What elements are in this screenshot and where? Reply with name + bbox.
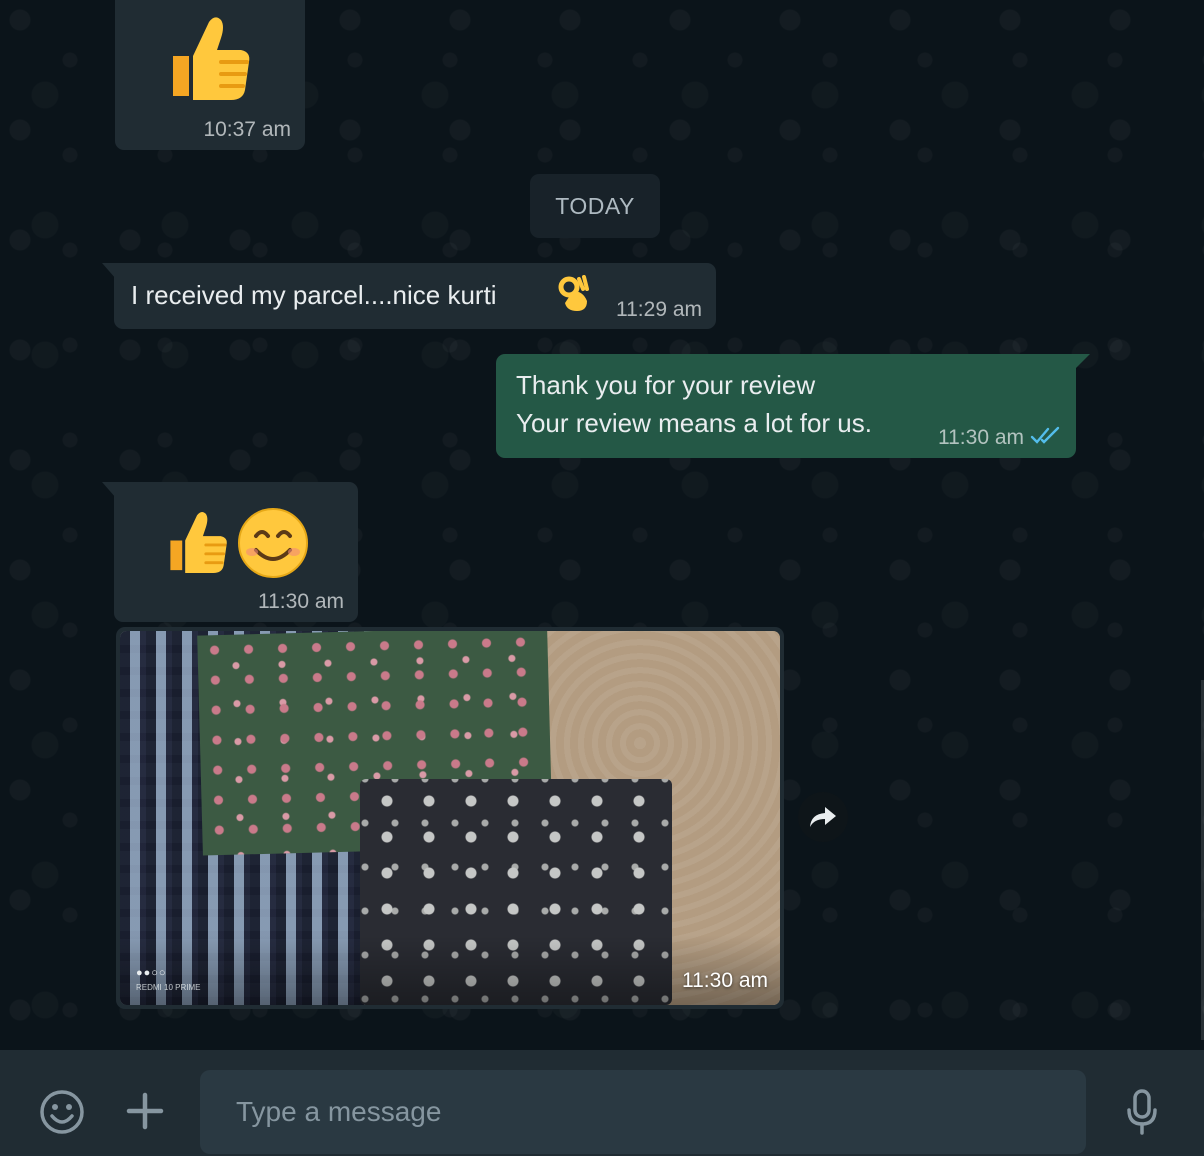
message-outgoing-text[interactable]: Thank you for your review Your review me…	[496, 354, 1090, 458]
emoji-icon	[40, 1090, 84, 1134]
date-separator: TODAY	[530, 174, 660, 238]
message-time: 11:30 am	[682, 969, 768, 992]
message-time: 10:37 am	[203, 118, 291, 141]
camera-watermark-dots: ●●○○	[136, 967, 167, 979]
message-line-1: Thank you for your review	[516, 370, 816, 400]
message-time: 11:29 am	[616, 298, 702, 321]
attach-button[interactable]	[122, 1088, 168, 1134]
message-time: 11:30 am	[938, 426, 1024, 449]
microphone-icon	[1127, 1089, 1157, 1135]
forward-button[interactable]	[798, 792, 848, 842]
smiling-face-emoji-icon	[238, 508, 308, 578]
message-line-2: Your review means a lot for us.	[516, 408, 872, 438]
bubble-tail	[1074, 354, 1090, 370]
message-input[interactable]: Type a message	[200, 1070, 1086, 1154]
thumbs-up-emoji-icon	[173, 17, 250, 100]
message-time: 11:30 am	[258, 590, 344, 613]
date-separator-label: TODAY	[555, 192, 635, 219]
emoji-button[interactable]	[36, 1086, 88, 1138]
bubble-tail	[102, 263, 116, 279]
ok-hand-emoji-icon	[558, 275, 589, 311]
message-incoming-text[interactable]: I received my parcel....nice kurti 11:29…	[102, 263, 716, 329]
bubble-tail	[102, 482, 116, 498]
message-incoming-image[interactable]: ●●○○ REDMI 10 PRIME 11:30 am	[116, 627, 784, 1009]
chat-panel: 10:37 am TODAY I received my parcel....n…	[0, 0, 1204, 1050]
message-incoming-emoji[interactable]: 10:37 am	[115, 0, 305, 150]
camera-watermark: REDMI 10 PRIME	[136, 983, 201, 992]
message-text: I received my parcel....nice kurti	[131, 280, 497, 310]
forward-icon	[810, 807, 836, 827]
voice-message-button[interactable]	[1118, 1086, 1166, 1138]
thumbs-up-emoji-icon	[170, 512, 227, 574]
photo-shade	[120, 935, 780, 1005]
message-input-placeholder: Type a message	[236, 1096, 442, 1127]
message-incoming-emoji[interactable]: 11:30 am	[102, 482, 358, 622]
message-composer: Type a message	[0, 1050, 1204, 1156]
plus-icon	[126, 1092, 164, 1130]
double-check-icon	[1030, 426, 1060, 444]
fabric-photo[interactable]: ●●○○ REDMI 10 PRIME 11:30 am	[120, 631, 780, 1005]
